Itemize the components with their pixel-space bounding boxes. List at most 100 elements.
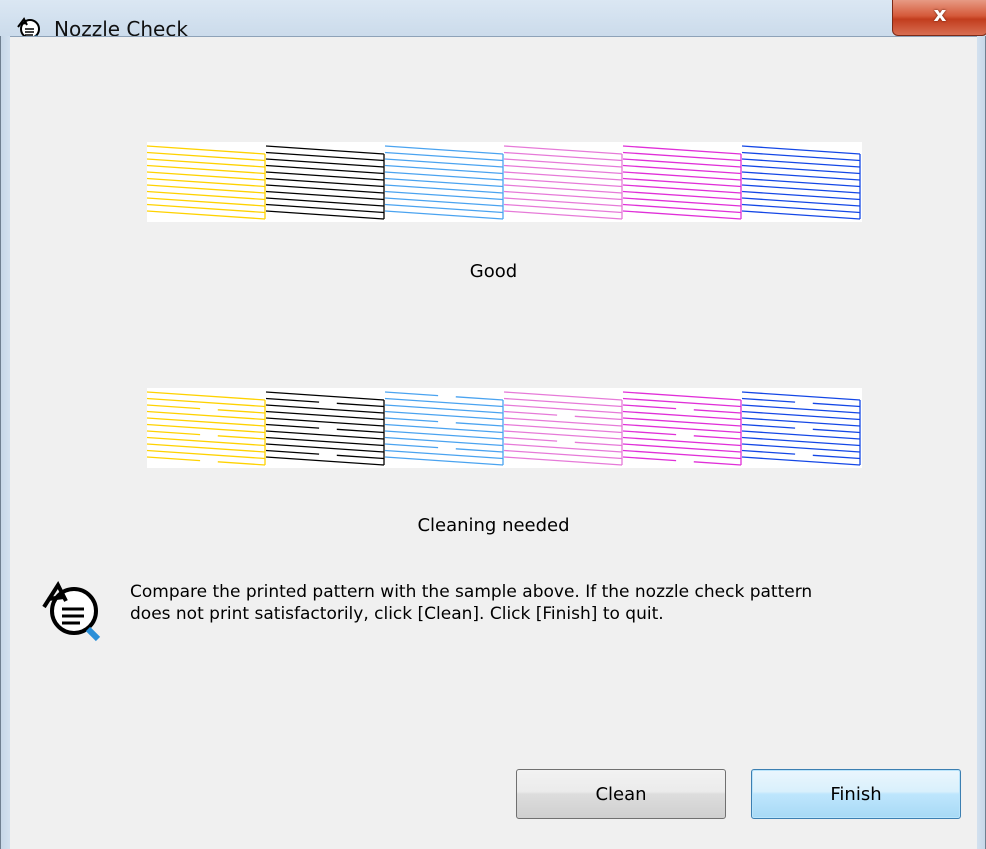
cleaning-needed-label: Cleaning needed [417, 515, 570, 536]
nozzle-line [147, 190, 266, 201]
nozzle-line [147, 171, 266, 181]
nozzle-line [622, 164, 742, 175]
nozzle-line [622, 203, 742, 214]
nozzle-line [147, 210, 266, 220]
nozzle-line [147, 417, 266, 427]
nozzle-line [741, 430, 861, 440]
nozzle-line [503, 184, 623, 194]
nozzle-line [622, 190, 742, 201]
nozzle-line [693, 461, 742, 466]
nozzle-line [336, 428, 385, 434]
nozzle-line [265, 190, 385, 201]
nozzle-line [741, 197, 861, 207]
nozzle-line [147, 397, 266, 408]
nozzle-line [503, 197, 623, 207]
nozzle-line [503, 164, 623, 175]
nozzle-line [265, 145, 385, 155]
nozzle-line [384, 449, 504, 460]
nozzle-line [384, 404, 504, 414]
nozzle-line [265, 449, 320, 455]
nozzle-line [147, 197, 266, 207]
nozzle-line [503, 151, 623, 162]
nozzle-line [265, 197, 385, 207]
nozzle-line [741, 177, 861, 188]
nozzle-line [265, 164, 385, 175]
nozzle-line [503, 423, 623, 434]
clean-button[interactable]: Clean [516, 769, 726, 819]
close-icon: x [933, 2, 947, 26]
nozzle-line [384, 417, 439, 423]
instruction-line-1: Compare the printed pattern with the sam… [130, 582, 813, 602]
close-button[interactable]: x [892, 0, 986, 36]
nozzle-line [741, 190, 861, 201]
nozzle-line [503, 177, 623, 188]
nozzle-line [265, 423, 320, 429]
nozzle-line [265, 397, 320, 403]
nozzle-line [574, 441, 623, 447]
dialog-body: Good Cleaning needed Compare the printed… [10, 36, 977, 849]
nozzle-line [741, 164, 861, 175]
nozzle-line [503, 410, 558, 416]
nozzle-line [384, 410, 504, 421]
nozzle-line [265, 158, 385, 168]
nozzle-line [147, 184, 266, 194]
nozzle-line [622, 423, 742, 434]
nozzle-line [384, 203, 504, 214]
nozzle-line [741, 184, 861, 194]
nozzle-line [503, 171, 623, 181]
nozzle-line [384, 184, 504, 194]
good-pattern-sample [147, 142, 862, 222]
nozzle-line [812, 454, 861, 460]
nozzle-line [384, 436, 504, 447]
window-frame-left [0, 36, 10, 849]
nozzle-line [147, 404, 201, 410]
nozzle-line [622, 171, 742, 181]
nozzle-line [622, 210, 742, 220]
nozzle-line [147, 449, 266, 460]
nozzle-line [622, 177, 742, 188]
nozzle-line [503, 397, 623, 408]
nozzle-line [622, 417, 742, 427]
nozzle-line [265, 203, 385, 214]
nozzle-line [265, 391, 385, 401]
nozzle-line [384, 158, 504, 168]
nozzle-line [741, 151, 861, 162]
nozzle-check-window: Nozzle Check x Good Cleaning needed Comp… [0, 0, 986, 849]
nozzle-pattern-cleaning-needed [147, 391, 861, 466]
nozzle-line [741, 171, 861, 181]
nozzle-line [265, 410, 385, 421]
nozzle-line [265, 171, 385, 181]
nozzle-line [265, 177, 385, 188]
nozzle-line [622, 449, 742, 460]
nozzle-line [217, 461, 266, 466]
nozzle-pattern-good [147, 145, 861, 220]
finish-button[interactable]: Finish [751, 769, 961, 819]
nozzle-line [622, 151, 742, 162]
nozzle-line [574, 415, 623, 421]
nozzle-line [336, 454, 385, 460]
nozzle-check-icon [42, 580, 101, 642]
nozzle-line [741, 391, 861, 401]
nozzle-line [384, 171, 504, 181]
nozzle-line [503, 158, 623, 168]
nozzle-line [693, 435, 742, 440]
nozzle-line [503, 145, 623, 155]
nozzle-line [622, 391, 742, 401]
nozzle-line [217, 435, 266, 440]
nozzle-line [741, 449, 796, 455]
nozzle-line [503, 443, 623, 453]
nozzle-line [147, 430, 201, 436]
nozzle-line [503, 430, 623, 440]
nozzle-line [741, 404, 861, 414]
nozzle-line [741, 410, 861, 421]
nozzle-line [741, 397, 796, 403]
nozzle-line [384, 456, 504, 466]
nozzle-line [384, 443, 439, 449]
nozzle-line [455, 448, 504, 453]
nozzle-line [265, 430, 385, 440]
nozzle-line [741, 145, 861, 155]
nozzle-line [147, 443, 266, 453]
nozzle-line [147, 177, 266, 188]
nozzle-line [622, 410, 742, 421]
nozzle-line [265, 151, 385, 162]
